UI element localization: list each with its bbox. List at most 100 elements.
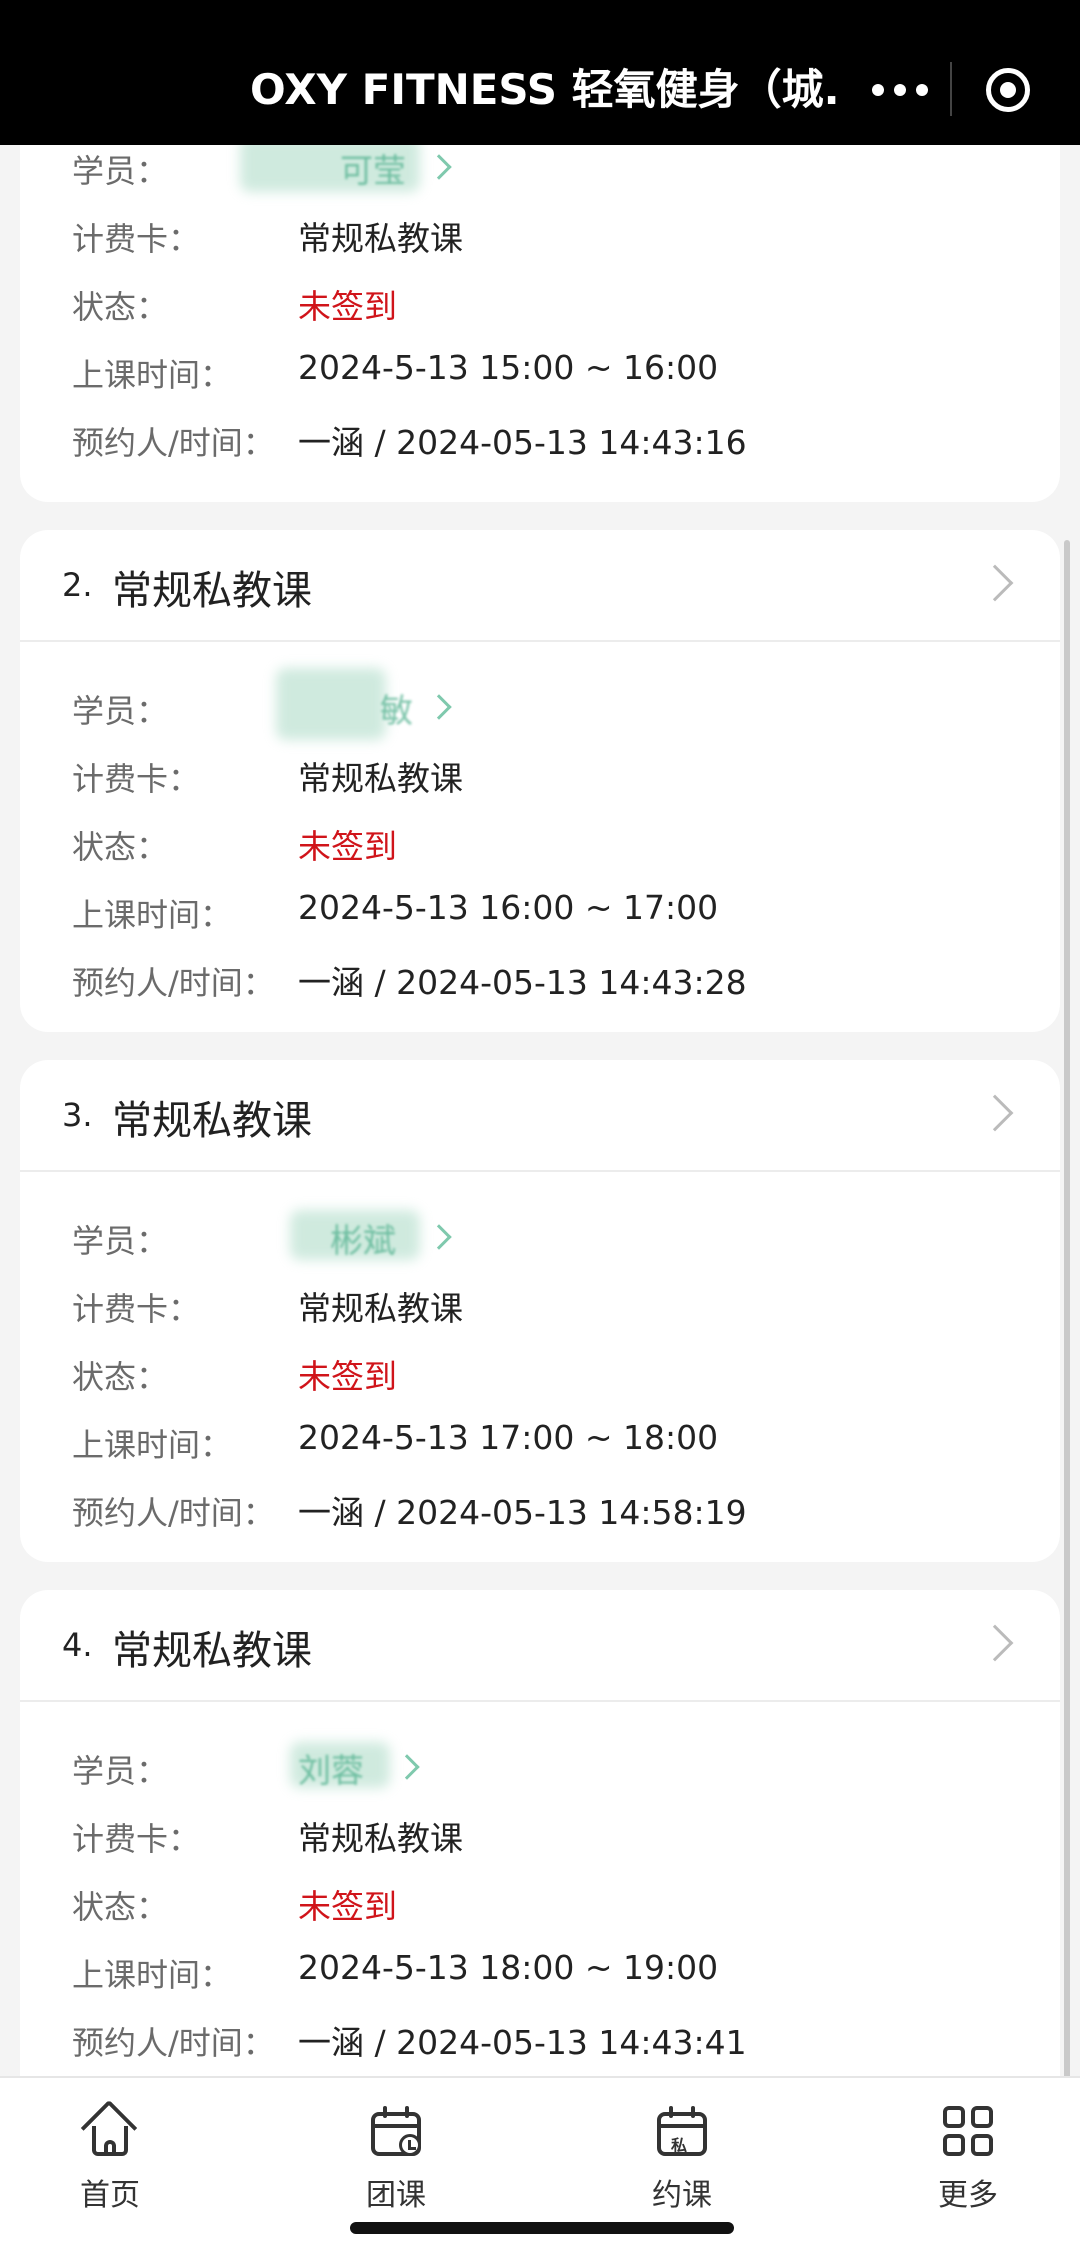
class-time-row: 上课时间： 2024-5-13 18:00 ~ 19:00 bbox=[20, 1940, 1060, 2008]
student-row: 学员： 刘蓉 bbox=[20, 1736, 1060, 1804]
tab-group-label: 团课 bbox=[366, 2178, 426, 2213]
chevron-right-icon bbox=[976, 1624, 1014, 1662]
booker-value: 一涵 / 2024-05-13 14:43:16 bbox=[298, 423, 747, 462]
class-time-value: 2024-5-13 15:00 ~ 16:00 bbox=[298, 348, 719, 387]
calendar-clock-icon bbox=[369, 2104, 423, 2158]
tab-group-class[interactable]: 团课 bbox=[326, 2096, 466, 2236]
card-row: 计费卡： 常规私教课 bbox=[20, 204, 1060, 272]
booker-label: 预约人/时间： bbox=[72, 964, 275, 1002]
course-name: 常规私教课 bbox=[112, 1098, 312, 1144]
close-miniprogram-button[interactable] bbox=[986, 68, 1030, 112]
booker-row: 预约人/时间： 一涵 / 2024-05-13 14:43:28 bbox=[20, 948, 1060, 1016]
class-time-row: 上课时间： 2024-5-13 17:00 ~ 18:00 bbox=[20, 1410, 1060, 1478]
status-row: 状态： 未签到 bbox=[20, 812, 1060, 880]
page-title: OXY FITNESS 轻氧健身（城... bbox=[250, 65, 840, 114]
card-header[interactable]: 3. 常规私教课 bbox=[20, 1060, 1060, 1172]
status-row: 状态： 未签到 bbox=[20, 1342, 1060, 1410]
booker-value: 一涵 / 2024-05-13 14:43:28 bbox=[298, 963, 747, 1002]
dot-icon bbox=[872, 84, 884, 96]
booker-row: 预约人/时间： 一涵 / 2024-05-13 14:43:16 bbox=[20, 408, 1060, 476]
status-label: 状态： bbox=[72, 1888, 169, 1926]
card-value: 常规私教课 bbox=[298, 1289, 463, 1328]
student-row: 学员： 敏 bbox=[20, 668, 1060, 744]
calendar-private-icon: 私 bbox=[655, 2104, 709, 2158]
card-header[interactable]: 2. 常规私教课 bbox=[20, 530, 1060, 642]
home-icon bbox=[80, 2099, 138, 2158]
student-name-link[interactable]: 可莹 bbox=[340, 144, 406, 192]
class-time-row: 上课时间： 2024-5-13 15:00 ~ 16:00 bbox=[20, 340, 1060, 408]
class-time-value: 2024-5-13 18:00 ~ 19:00 bbox=[298, 1948, 719, 1987]
class-time-label: 上课时间： bbox=[72, 1426, 233, 1464]
card-row: 计费卡： 常规私教课 bbox=[20, 1804, 1060, 1872]
booker-label: 预约人/时间： bbox=[72, 1494, 275, 1532]
booker-row: 预约人/时间： 一涵 / 2024-05-13 14:58:19 bbox=[20, 1478, 1060, 1546]
student-label: 学员： bbox=[72, 152, 169, 190]
card-label: 计费卡： bbox=[72, 1820, 201, 1858]
class-time-label: 上课时间： bbox=[72, 1956, 233, 1994]
booker-row: 预约人/时间： 一涵 / 2024-05-13 14:43:41 bbox=[20, 2008, 1060, 2076]
student-label: 学员： bbox=[72, 692, 169, 730]
chevron-right-icon bbox=[426, 1224, 452, 1250]
card-index: 2. bbox=[62, 566, 93, 604]
card-label: 计费卡： bbox=[72, 1290, 201, 1328]
capsule-divider bbox=[950, 62, 952, 116]
card-label: 计费卡： bbox=[72, 220, 201, 258]
card-value: 常规私教课 bbox=[298, 219, 463, 258]
privacy-blur bbox=[276, 668, 386, 740]
dot-icon bbox=[894, 84, 906, 96]
tab-more-label: 更多 bbox=[938, 2178, 998, 2213]
booker-label: 预约人/时间： bbox=[72, 2024, 275, 2062]
status-row: 状态： 未签到 bbox=[20, 272, 1060, 340]
tab-more[interactable]: 更多 bbox=[898, 2096, 1038, 2236]
class-time-value: 2024-5-13 17:00 ~ 18:00 bbox=[298, 1418, 719, 1457]
chevron-right-icon bbox=[976, 564, 1014, 602]
class-time-row: 上课时间： 2024-5-13 16:00 ~ 17:00 bbox=[20, 880, 1060, 948]
course-name: 常规私教课 bbox=[112, 1628, 312, 1674]
grid-icon bbox=[941, 2104, 995, 2158]
card-index: 3. bbox=[62, 1096, 93, 1134]
booking-card[interactable]: 2. 常规私教课 学员： 敏 计费卡： 常规私教课 状态： 未签到 上课时间： … bbox=[20, 530, 1060, 1032]
booking-card[interactable]: 4. 常规私教课 学员： 刘蓉 计费卡： 常规私教课 状态： 未签到 上课时间：… bbox=[20, 1590, 1060, 2110]
more-options-button[interactable] bbox=[872, 72, 928, 108]
dot-icon bbox=[916, 84, 928, 96]
tab-home[interactable]: 首页 bbox=[40, 2096, 180, 2236]
booking-card[interactable]: 学员： 可莹 计费卡： 常规私教课 状态： 未签到 上课时间： 2024-5-1… bbox=[20, 126, 1060, 502]
booker-value: 一涵 / 2024-05-13 14:58:19 bbox=[298, 1493, 747, 1532]
status-value: 未签到 bbox=[298, 1887, 397, 1926]
top-nav-bar: OXY FITNESS 轻氧健身（城... bbox=[0, 0, 1080, 145]
student-label: 学员： bbox=[72, 1222, 169, 1260]
status-value: 未签到 bbox=[298, 827, 397, 866]
booker-value: 一涵 / 2024-05-13 14:43:41 bbox=[298, 2023, 747, 2062]
card-value: 常规私教课 bbox=[298, 759, 463, 798]
card-value: 常规私教课 bbox=[298, 1819, 463, 1858]
status-label: 状态： bbox=[72, 1358, 169, 1396]
tab-booking-label: 约课 bbox=[652, 2178, 712, 2213]
status-row: 状态： 未签到 bbox=[20, 1872, 1060, 1940]
tab-home-label: 首页 bbox=[80, 2178, 140, 2213]
tab-booking[interactable]: 私 约课 bbox=[612, 2096, 752, 2236]
booking-card[interactable]: 3. 常规私教课 学员： 彬斌 计费卡： 常规私教课 状态： 未签到 上课时间：… bbox=[20, 1060, 1060, 1562]
student-name-link[interactable]: 彬斌 bbox=[330, 1214, 396, 1262]
class-time-label: 上课时间： bbox=[72, 896, 233, 934]
card-index: 4. bbox=[62, 1626, 93, 1664]
chevron-right-icon bbox=[394, 1754, 420, 1780]
student-name-link[interactable]: 敏 bbox=[380, 684, 413, 732]
class-time-label: 上课时间： bbox=[72, 356, 233, 394]
chevron-right-icon bbox=[426, 154, 452, 180]
status-label: 状态： bbox=[72, 288, 169, 326]
card-row: 计费卡： 常规私教课 bbox=[20, 744, 1060, 812]
chevron-right-icon bbox=[426, 694, 452, 720]
card-header[interactable]: 4. 常规私教课 bbox=[20, 1590, 1060, 1702]
student-row: 学员： 彬斌 bbox=[20, 1206, 1060, 1274]
status-label: 状态： bbox=[72, 828, 169, 866]
student-row: 学员： 可莹 bbox=[20, 136, 1060, 204]
course-name: 常规私教课 bbox=[112, 568, 312, 614]
student-name-link[interactable]: 刘蓉 bbox=[298, 1744, 364, 1792]
chevron-right-icon bbox=[976, 1094, 1014, 1132]
status-value: 未签到 bbox=[298, 1357, 397, 1396]
scrollbar[interactable] bbox=[1064, 540, 1070, 2230]
student-label: 学员： bbox=[72, 1752, 169, 1790]
card-row: 计费卡： 常规私教课 bbox=[20, 1274, 1060, 1342]
target-icon bbox=[1000, 82, 1016, 98]
card-label: 计费卡： bbox=[72, 760, 201, 798]
